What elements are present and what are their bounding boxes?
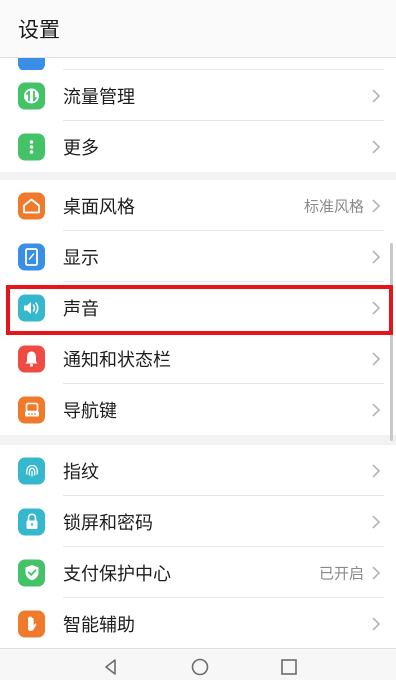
settings-row-fingerprint[interactable]: 指纹 [0,445,396,496]
navigation-key-icon [18,396,45,423]
settings-group-security: 指纹 锁屏和密码 支付保护中心 已开启 智能辅助 [0,445,396,648]
shield-check-icon [18,559,45,586]
row-label: 流量管理 [63,86,135,108]
partial-row [0,58,396,71]
display-icon [18,243,45,270]
row-label: 导航键 [63,400,117,422]
chevron-right-icon [372,351,381,366]
app-header: 设置 [0,0,396,58]
speaker-icon [18,294,45,321]
page-title: 设置 [18,18,60,42]
row-label: 显示 [63,247,99,269]
row-value: 标准风格 [303,197,364,215]
settings-group-display: 桌面风格 标准风格 显示 声音 通知和状态栏 导航键 [0,180,396,435]
settings-group-network: 流量管理 更多 [0,70,396,172]
settings-list[interactable]: 流量管理 更多 桌面风格 标准风格 显示 声音 通知和状态栏 导航键 指纹 锁屏… [0,58,396,648]
bell-icon [18,345,45,372]
home-circle-icon[interactable] [190,657,210,677]
settings-row-smart-assistance[interactable]: 智能辅助 [0,598,396,648]
system-navigation-bar [0,648,396,680]
settings-row-notifications[interactable]: 通知和状态栏 [0,333,396,384]
scrollbar-thumb[interactable] [390,243,393,441]
chevron-right-icon [372,514,381,529]
chevron-right-icon [372,463,381,478]
recents-square-icon[interactable] [279,657,299,677]
fingerprint-icon [18,457,45,484]
settings-row-more[interactable]: 更多 [0,121,396,172]
chevron-right-icon [372,88,381,103]
chevron-right-icon [372,300,381,315]
row-label: 智能辅助 [63,614,135,636]
chevron-right-icon [372,198,381,213]
hand-icon [18,610,45,637]
settings-row-display[interactable]: 显示 [0,231,396,282]
chevron-right-icon [372,402,381,417]
settings-row-lock-screen[interactable]: 锁屏和密码 [0,496,396,547]
row-label: 指纹 [63,461,99,483]
settings-row-payment-protection[interactable]: 支付保护中心 已开启 [0,547,396,598]
settings-row-desktop-style[interactable]: 桌面风格 标准风格 [0,180,396,231]
chevron-right-icon [372,249,381,264]
row-value: 已开启 [318,564,364,582]
chevron-right-icon [372,139,381,154]
settings-row-navigation-keys[interactable]: 导航键 [0,384,396,435]
data-usage-icon [18,82,45,109]
settings-row-sound[interactable]: 声音 [0,282,396,333]
chevron-right-icon [372,616,381,631]
settings-row-data-usage[interactable]: 流量管理 [0,70,396,121]
row-label: 支付保护中心 [63,563,171,585]
home-icon [18,192,45,219]
back-triangle-icon[interactable] [101,657,121,677]
row-label: 桌面风格 [63,196,135,218]
row-label: 通知和状态栏 [63,349,171,371]
lock-icon [18,508,45,535]
row-label: 更多 [63,137,99,159]
row-label: 锁屏和密码 [63,512,153,534]
chevron-right-icon [372,565,381,580]
row-label: 声音 [63,298,99,320]
more-dots-icon [18,133,45,160]
